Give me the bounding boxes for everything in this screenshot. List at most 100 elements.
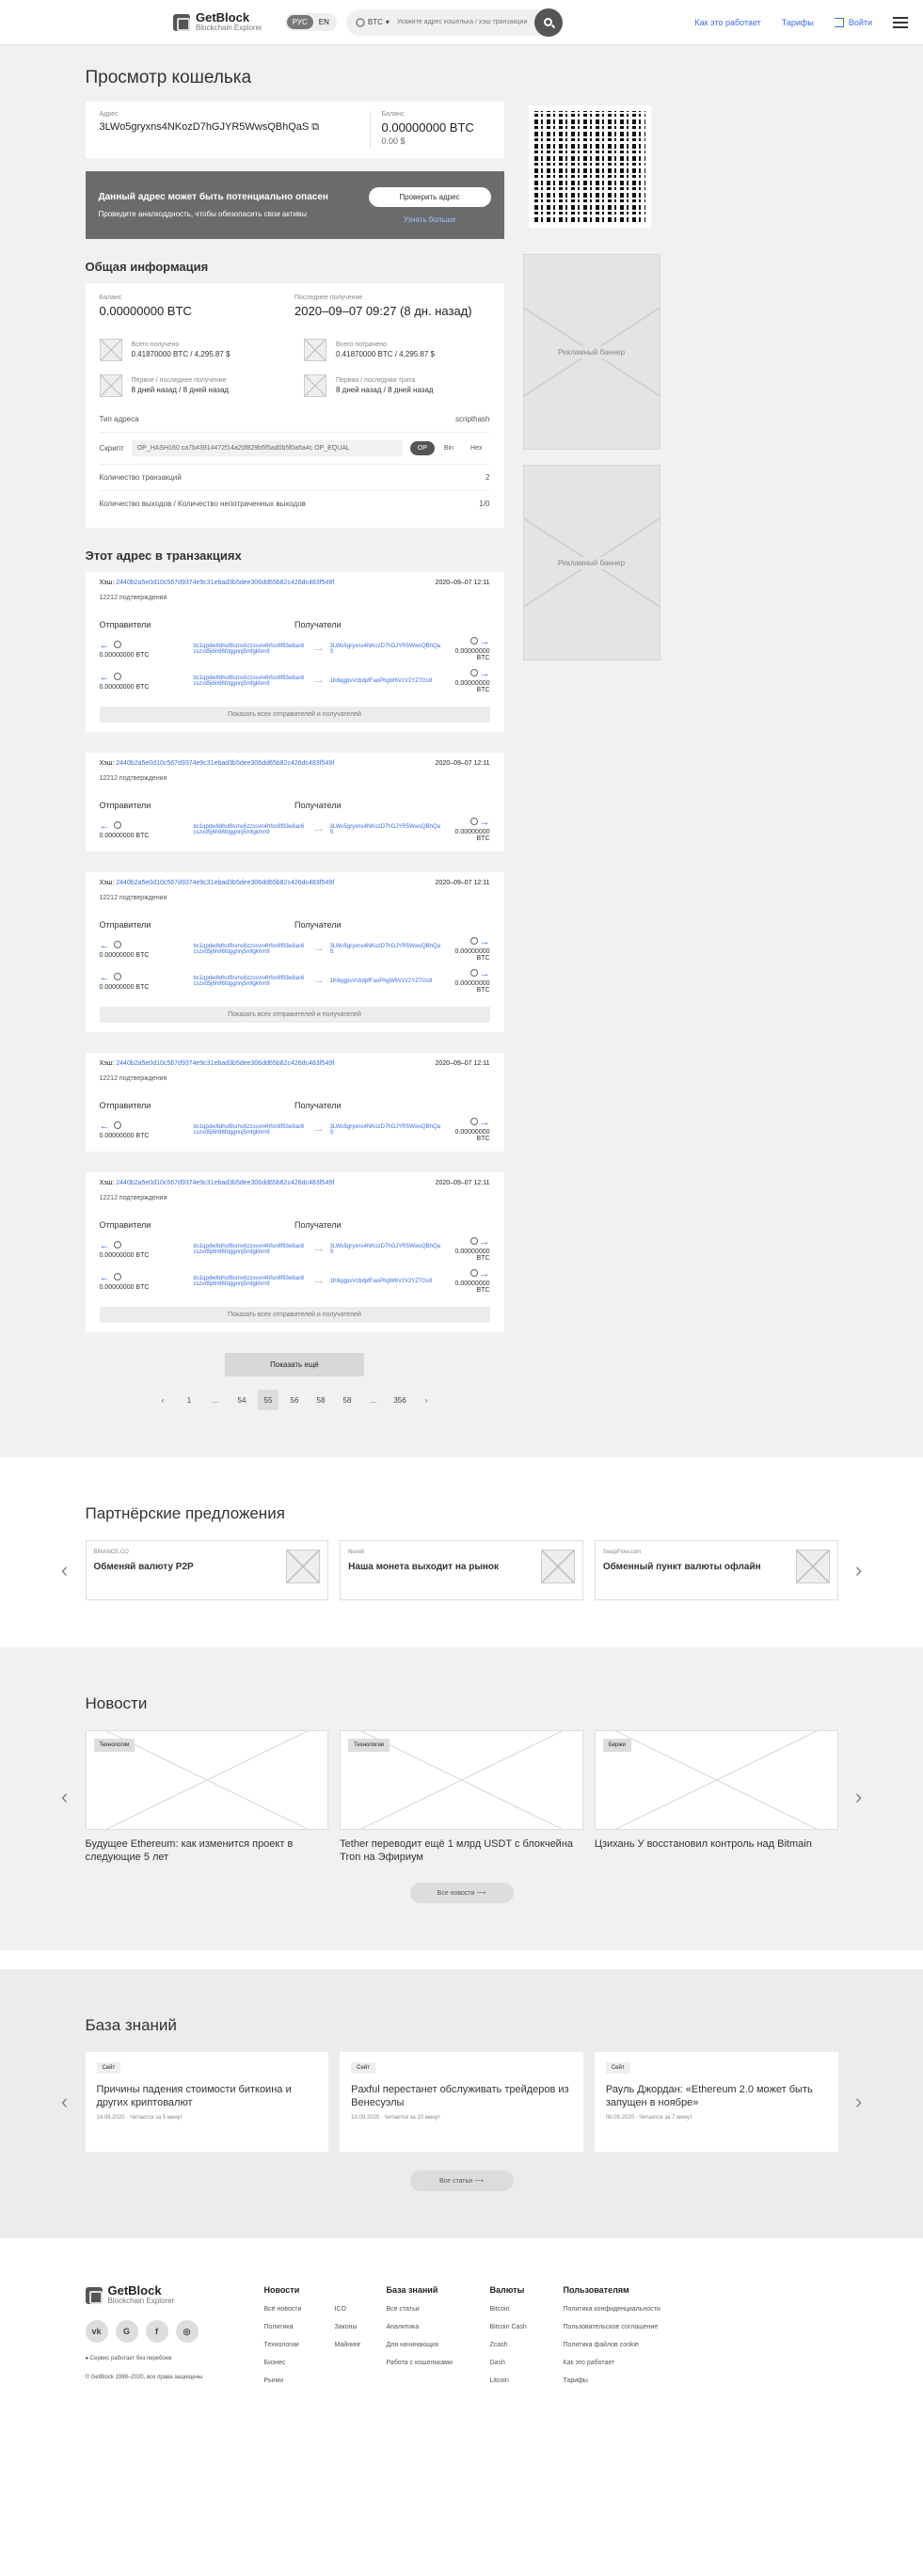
- kb-card[interactable]: Сейт Причины падения стоимости биткоина и…: [85, 2052, 329, 2152]
- arrow-right-icon[interactable]: →: [480, 818, 490, 828]
- footer-link[interactable]: Работа с кошельками: [387, 2360, 490, 2366]
- nav-tariffs[interactable]: Тарифы: [782, 18, 814, 27]
- kb-card[interactable]: Сейт Paxful перестанет обслуживать трейде…: [340, 2052, 583, 2152]
- lang-en[interactable]: EN: [313, 15, 335, 29]
- footer-link[interactable]: Законы: [335, 2324, 387, 2330]
- arrow-left-icon[interactable]: ←: [100, 1272, 110, 1282]
- arrow-left-icon[interactable]: ←: [100, 672, 110, 682]
- footer-link[interactable]: Bitcoin Cash: [490, 2324, 564, 2330]
- coin-select[interactable]: BTC ▾: [355, 17, 390, 27]
- news-card[interactable]: Технологии Будущее Ethereum: как изменитс…: [85, 1730, 329, 1864]
- page-link[interactable]: 58: [337, 1390, 358, 1410]
- page-link[interactable]: 56: [284, 1390, 305, 1410]
- arrow-left-icon[interactable]: ←: [100, 1121, 110, 1131]
- arrow-right-icon[interactable]: →: [480, 669, 490, 679]
- receiver-address[interactable]: 1K6qgpsVcbdpfFaoPhgW6VzV2YZ7Gs9: [329, 678, 442, 684]
- arrow-right-icon[interactable]: →: [480, 1237, 490, 1248]
- partner-card[interactable]: BINANCE.CO Обменяй валюту P2P: [85, 1540, 329, 1600]
- sender-address[interactable]: bc1qpdw8dhuf8sms6zzssvn4hfsn8f93e8ac6csz…: [194, 1124, 307, 1136]
- footer-link[interactable]: Пользовательское соглашение: [564, 2324, 660, 2330]
- check-address-button[interactable]: Проверить адрес: [368, 186, 491, 207]
- chevron-left-icon[interactable]: ‹: [152, 1390, 173, 1410]
- sender-address[interactable]: bc1qpdw8dhuf8sms6zzssvn4hfsn8f93e8ac6csz…: [194, 676, 307, 687]
- chevron-right-icon[interactable]: ›: [416, 1390, 437, 1410]
- lang-ru[interactable]: РУС: [286, 15, 313, 29]
- tx-hash-link[interactable]: 2440b2a5e0d10c567d9374e9c31ebad3b5dee306…: [116, 760, 334, 767]
- footer-link[interactable]: Bitcoin: [490, 2306, 564, 2313]
- logo[interactable]: GetBlock Blockchain Explorer: [173, 11, 263, 32]
- arrow-left-icon[interactable]: ←: [100, 820, 110, 831]
- partner-card[interactable]: Nexeti Наша монета выходит на рынок: [340, 1540, 583, 1600]
- vk-icon[interactable]: vk: [85, 2320, 108, 2343]
- login-link[interactable]: Войти: [834, 17, 872, 27]
- chevron-right-icon[interactable]: ›: [851, 2090, 867, 2114]
- sender-address[interactable]: bc1qpdw8dhuf8sms6zzssvn4hfsn8f93e8ac6csz…: [194, 824, 307, 835]
- arrow-left-icon[interactable]: ←: [100, 940, 110, 950]
- sender-address[interactable]: bc1qpdw8dhuf8sms6zzssvn4hfsn8f93e8ac6csz…: [194, 976, 307, 987]
- page-link[interactable]: 58: [310, 1390, 331, 1410]
- receiver-address[interactable]: 3LWo5gryxns4NKozD7hGJYR5WwsQBhQaS: [329, 824, 442, 835]
- ad-banner[interactable]: Рекламный баннер: [522, 254, 660, 450]
- sender-address[interactable]: bc1qpdw8dhuf8sms6zzssvn4hfsn8f93e8ac6csz…: [194, 1276, 307, 1287]
- footer-link[interactable]: Zcash: [490, 2342, 564, 2348]
- page-link[interactable]: 356: [390, 1390, 410, 1410]
- arrow-right-icon[interactable]: →: [480, 969, 490, 979]
- language-switch[interactable]: РУС EN: [284, 13, 337, 31]
- footer-link[interactable]: ICO: [335, 2306, 387, 2313]
- instagram-icon[interactable]: ◎: [175, 2320, 199, 2343]
- arrow-right-icon[interactable]: →: [480, 937, 490, 947]
- footer-link[interactable]: Для начинающих: [387, 2342, 490, 2348]
- nav-how-it-works[interactable]: Как это работает: [694, 18, 760, 27]
- arrow-left-icon[interactable]: ←: [100, 1240, 110, 1250]
- arrow-right-icon[interactable]: →: [480, 1118, 490, 1128]
- search-button[interactable]: [533, 8, 563, 37]
- all-articles-button[interactable]: Все статьи ⟶: [409, 2171, 514, 2191]
- menu-icon[interactable]: [893, 16, 908, 28]
- receiver-address[interactable]: 1K6qgpsVcbdpfFaoPhgW6VzV2YZ7Gs9: [329, 978, 442, 984]
- footer-link[interactable]: Майнинг: [335, 2342, 387, 2348]
- chevron-right-icon[interactable]: ›: [851, 1785, 867, 1809]
- footer-link[interactable]: Все статьи: [387, 2306, 490, 2313]
- tx-hash-link[interactable]: 2440b2a5e0d10c567d9374e9c31ebad3b5dee306…: [116, 580, 334, 586]
- chevron-left-icon[interactable]: ‹: [57, 1785, 72, 1809]
- receiver-address[interactable]: 1K6qgpsVcbdpfFaoPhgW6VzV2YZ7Gs9: [329, 1279, 442, 1284]
- copy-icon[interactable]: ⧉: [311, 121, 319, 133]
- chevron-left-icon[interactable]: ‹: [57, 1558, 72, 1582]
- format-op[interactable]: OP: [409, 441, 435, 455]
- show-more-button[interactable]: Показать ещё: [225, 1353, 364, 1376]
- footer-link[interactable]: Всё новости: [264, 2306, 316, 2313]
- sender-address[interactable]: bc1qpdw8dhuf8sms6zzssvn4hfsn8f93e8ac6csz…: [194, 1244, 307, 1255]
- google-icon[interactable]: G: [115, 2320, 138, 2343]
- facebook-icon[interactable]: f: [145, 2320, 168, 2343]
- learn-more-link[interactable]: Узнать больше: [369, 215, 491, 224]
- page-link[interactable]: 54: [231, 1390, 252, 1410]
- partner-card[interactable]: SwapFlow.com Обменный пункт валюты офлайн: [594, 1540, 838, 1600]
- receiver-address[interactable]: 3LWo5gryxns4NKozD7hGJYR5WwsQBhQaS: [329, 1244, 442, 1255]
- format-bin[interactable]: Bin: [437, 441, 461, 455]
- footer-link[interactable]: Политика файлов cookie: [564, 2342, 660, 2348]
- footer-link[interactable]: Аналитика: [387, 2324, 490, 2330]
- search-input[interactable]: [396, 19, 536, 25]
- receiver-address[interactable]: 3LWo5gryxns4NKozD7hGJYR5WwsQBhQaS: [329, 944, 442, 955]
- tx-hash-link[interactable]: 2440b2a5e0d10c567d9374e9c31ebad3b5dee306…: [116, 1180, 334, 1186]
- news-card[interactable]: Биржи Цзихань У восстановил контроль над …: [594, 1730, 838, 1864]
- news-card[interactable]: Технологии Tether переводит ещё 1 млрд US…: [340, 1730, 583, 1864]
- receiver-address[interactable]: 3LWo5gryxns4NKozD7hGJYR5WwsQBhQaS: [329, 1124, 442, 1136]
- footer-link[interactable]: Технологии: [264, 2342, 316, 2348]
- arrow-left-icon[interactable]: ←: [100, 972, 110, 982]
- kb-card[interactable]: Сейт Рауль Джордан: «Ethereum 2.0 может б…: [594, 2052, 838, 2152]
- show-all-button[interactable]: Показать всех отправителей и получателей: [99, 1307, 490, 1323]
- footer-logo[interactable]: GetBlock Blockchain Explorer: [85, 2284, 264, 2305]
- receiver-address[interactable]: 3LWo5gryxns4NKozD7hGJYR5WwsQBhQaS: [329, 644, 442, 655]
- chevron-left-icon[interactable]: ‹: [57, 2090, 72, 2114]
- arrow-right-icon[interactable]: →: [480, 1269, 490, 1280]
- sender-address[interactable]: bc1qpdw8dhuf8sms6zzssvn4hfsn8f93e8ac6csz…: [194, 944, 307, 955]
- footer-link[interactable]: Политика: [264, 2324, 316, 2330]
- sender-address[interactable]: bc1qpdw8dhuf8sms6zzssvn4hfsn8f93e8ac6csz…: [194, 644, 307, 655]
- footer-link[interactable]: Litcoin: [490, 2377, 564, 2384]
- tx-hash-link[interactable]: 2440b2a5e0d10c567d9374e9c31ebad3b5dee306…: [116, 880, 334, 886]
- tx-hash-link[interactable]: 2440b2a5e0d10c567d9374e9c31ebad3b5dee306…: [116, 1060, 334, 1067]
- arrow-right-icon[interactable]: →: [480, 637, 490, 647]
- ad-banner[interactable]: Рекламный баннер: [522, 465, 660, 660]
- page-link[interactable]: 55: [258, 1390, 278, 1410]
